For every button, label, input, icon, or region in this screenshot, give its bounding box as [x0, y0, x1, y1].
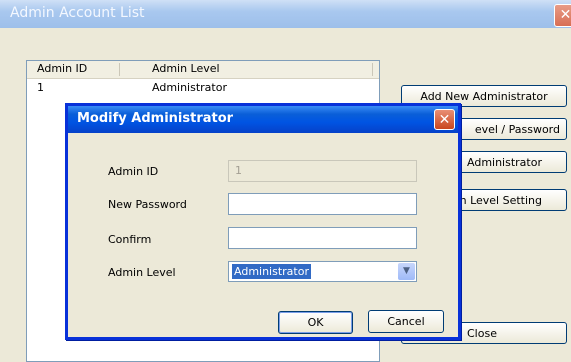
- list-header: Admin ID Admin Level: [27, 61, 379, 79]
- ok-button[interactable]: OK: [278, 311, 353, 334]
- new-password-label: New Password: [108, 198, 187, 211]
- dialog-titlebar[interactable]: Modify Administrator ✕: [68, 106, 458, 133]
- admin-level-label: Admin Level: [108, 266, 176, 279]
- delete-administrator-label: Administrator: [467, 156, 542, 169]
- main-close-icon[interactable]: ✕: [554, 4, 571, 27]
- admin-level-select[interactable]: Administrator ▼: [228, 261, 417, 282]
- column-separator[interactable]: [119, 63, 120, 76]
- dialog-title: Modify Administrator: [77, 111, 234, 126]
- cell-admin-level: Administrator: [152, 81, 227, 94]
- column-separator[interactable]: [372, 63, 373, 76]
- cancel-button[interactable]: Cancel: [368, 310, 444, 333]
- column-header-admin-level[interactable]: Admin Level: [152, 62, 220, 75]
- close-label: Close: [467, 327, 497, 340]
- modify-level-password-label: evel / Password: [474, 123, 560, 136]
- cell-admin-id: 1: [37, 81, 44, 94]
- admin-id-label: Admin ID: [108, 165, 159, 178]
- column-header-admin-id[interactable]: Admin ID: [37, 62, 87, 75]
- main-titlebar: Admin Account List ✕: [0, 0, 571, 28]
- main-window-title: Admin Account List: [10, 5, 145, 21]
- level-setting-label: n Level Setting: [459, 194, 542, 207]
- admin-id-field: 1: [228, 160, 417, 182]
- admin-level-selected-value: Administrator: [232, 264, 311, 279]
- chevron-down-icon[interactable]: ▼: [398, 263, 415, 280]
- confirm-label: Confirm: [108, 233, 152, 246]
- modify-administrator-dialog: Modify Administrator ✕ Admin ID 1 New Pa…: [65, 103, 461, 340]
- new-password-field[interactable]: [228, 193, 417, 215]
- dialog-close-icon[interactable]: ✕: [434, 109, 455, 130]
- confirm-password-field[interactable]: [228, 227, 417, 249]
